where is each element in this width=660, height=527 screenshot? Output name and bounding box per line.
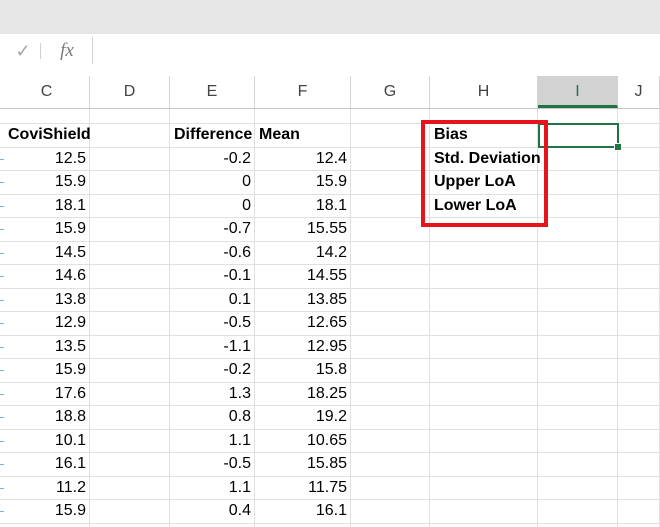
cell-covishield[interactable]: 14.6 bbox=[4, 264, 90, 287]
header-covishield[interactable]: CoviShield bbox=[4, 123, 91, 146]
cell-difference[interactable]: -0.2 bbox=[170, 358, 255, 381]
row-edge-marker bbox=[0, 487, 4, 489]
cell-mean[interactable]: 14.2 bbox=[255, 241, 351, 264]
enter-check-icon[interactable]: ✓ bbox=[8, 34, 38, 68]
fill-handle[interactable] bbox=[614, 143, 622, 151]
column-header-i[interactable]: I bbox=[538, 76, 618, 108]
cell-difference[interactable]: 1.1 bbox=[170, 429, 255, 452]
cell-difference[interactable]: -1.1 bbox=[170, 335, 255, 358]
cell-covishield[interactable]: 16.1 bbox=[4, 452, 90, 475]
cell-covishield[interactable]: 15.9 bbox=[4, 217, 90, 240]
cell-covishield[interactable]: 18.1 bbox=[4, 194, 90, 217]
cell-covishield[interactable]: 11.2 bbox=[4, 476, 90, 499]
cell-mean[interactable]: 18.1 bbox=[255, 194, 351, 217]
cell-mean[interactable]: 19.2 bbox=[255, 405, 351, 428]
cell-difference[interactable]: -0.7 bbox=[170, 217, 255, 240]
cell-mean[interactable]: 10.65 bbox=[255, 429, 351, 452]
row-edge-marker bbox=[0, 417, 4, 418]
row-edge-marker bbox=[0, 370, 4, 371]
cell-difference[interactable]: -0.1 bbox=[170, 264, 255, 287]
cell-covishield[interactable]: 13.8 bbox=[4, 288, 90, 311]
row-edge-marker bbox=[0, 205, 4, 207]
spreadsheet-grid[interactable]: CDEFGHIJ CoviShield Difference Mean 12.5 -0.… bbox=[0, 68, 660, 527]
cell-difference[interactable]: 0 bbox=[170, 170, 255, 193]
column-header-h[interactable]: H bbox=[430, 76, 538, 108]
header-mean[interactable]: Mean bbox=[255, 123, 351, 146]
cell-mean[interactable]: 15.8 bbox=[255, 358, 351, 381]
column-header-c[interactable]: C bbox=[4, 76, 90, 108]
cell-mean[interactable]: 13.85 bbox=[255, 288, 351, 311]
row-edge-marker bbox=[0, 276, 4, 277]
cell-covishield[interactable]: 15.9 bbox=[4, 358, 90, 381]
cell-mean[interactable]: 12.65 bbox=[255, 311, 351, 334]
cell-mean[interactable]: 12.4 bbox=[255, 147, 351, 170]
cell-mean[interactable]: 15.55 bbox=[255, 217, 351, 240]
active-cell-I1[interactable] bbox=[538, 123, 619, 148]
row-edge-marker bbox=[0, 511, 4, 512]
cell-difference[interactable]: -0.6 bbox=[170, 241, 255, 264]
cell-covishield[interactable]: 17.6 bbox=[4, 382, 90, 405]
cell-mean[interactable]: 18.25 bbox=[255, 382, 351, 405]
cell-difference[interactable]: 0.1 bbox=[170, 288, 255, 311]
cell-difference[interactable]: -0.5 bbox=[170, 311, 255, 334]
row-edge-marker bbox=[0, 346, 4, 348]
cell-mean[interactable]: 15.85 bbox=[255, 452, 351, 475]
column-header-d[interactable]: D bbox=[90, 76, 170, 108]
row-edge-marker bbox=[0, 393, 4, 395]
cell-mean[interactable]: 12.95 bbox=[255, 335, 351, 358]
column-header-e[interactable]: E bbox=[170, 76, 255, 108]
stats-highlight-box bbox=[421, 120, 548, 227]
column-header-g[interactable]: G bbox=[351, 76, 430, 108]
cell-mean[interactable]: 16.1 bbox=[255, 499, 351, 522]
cell-covishield[interactable]: 14.5 bbox=[4, 241, 90, 264]
ribbon-strip bbox=[0, 0, 660, 34]
row-edge-marker bbox=[0, 158, 4, 160]
cell-covishield[interactable]: 12.5 bbox=[4, 147, 90, 170]
cell-difference[interactable]: 1.3 bbox=[170, 382, 255, 405]
cell-covishield[interactable]: 10.1 bbox=[4, 429, 90, 452]
formula-bar-separator bbox=[40, 43, 41, 59]
row-edge-marker bbox=[0, 182, 4, 183]
column-header-row: CDEFGHIJ bbox=[0, 76, 660, 109]
cell-difference[interactable]: -0.5 bbox=[170, 452, 255, 475]
row-edge-marker bbox=[0, 252, 4, 254]
cell-covishield[interactable]: 15.9 bbox=[4, 499, 90, 522]
cell-mean[interactable]: 15.9 bbox=[255, 170, 351, 193]
row-edge-marker bbox=[0, 464, 4, 465]
insert-function-icon[interactable]: fx bbox=[50, 34, 84, 68]
header-difference[interactable]: Difference bbox=[170, 123, 255, 146]
cell-difference[interactable]: 0.8 bbox=[170, 405, 255, 428]
row-edge-marker bbox=[0, 229, 4, 230]
cell-mean[interactable]: 11.75 bbox=[255, 476, 351, 499]
row-edge-marker bbox=[0, 299, 4, 301]
cell-difference[interactable]: 0.4 bbox=[170, 499, 255, 522]
column-header-f[interactable]: F bbox=[255, 76, 351, 108]
formula-bar: ✓ fx bbox=[0, 34, 660, 69]
cell-difference[interactable]: 0 bbox=[170, 194, 255, 217]
row-edge-marker bbox=[0, 440, 4, 442]
column-header-j[interactable]: J bbox=[618, 76, 660, 108]
cell-covishield[interactable]: 13.5 bbox=[4, 335, 90, 358]
formula-input[interactable] bbox=[92, 37, 660, 64]
row-edge-marker bbox=[0, 323, 4, 324]
cell-covishield[interactable]: 12.9 bbox=[4, 311, 90, 334]
cell-covishield[interactable]: 15.9 bbox=[4, 170, 90, 193]
cell-covishield[interactable]: 18.8 bbox=[4, 405, 90, 428]
cell-mean[interactable]: 14.55 bbox=[255, 264, 351, 287]
cell-difference[interactable]: 1.1 bbox=[170, 476, 255, 499]
cell-difference[interactable]: -0.2 bbox=[170, 147, 255, 170]
